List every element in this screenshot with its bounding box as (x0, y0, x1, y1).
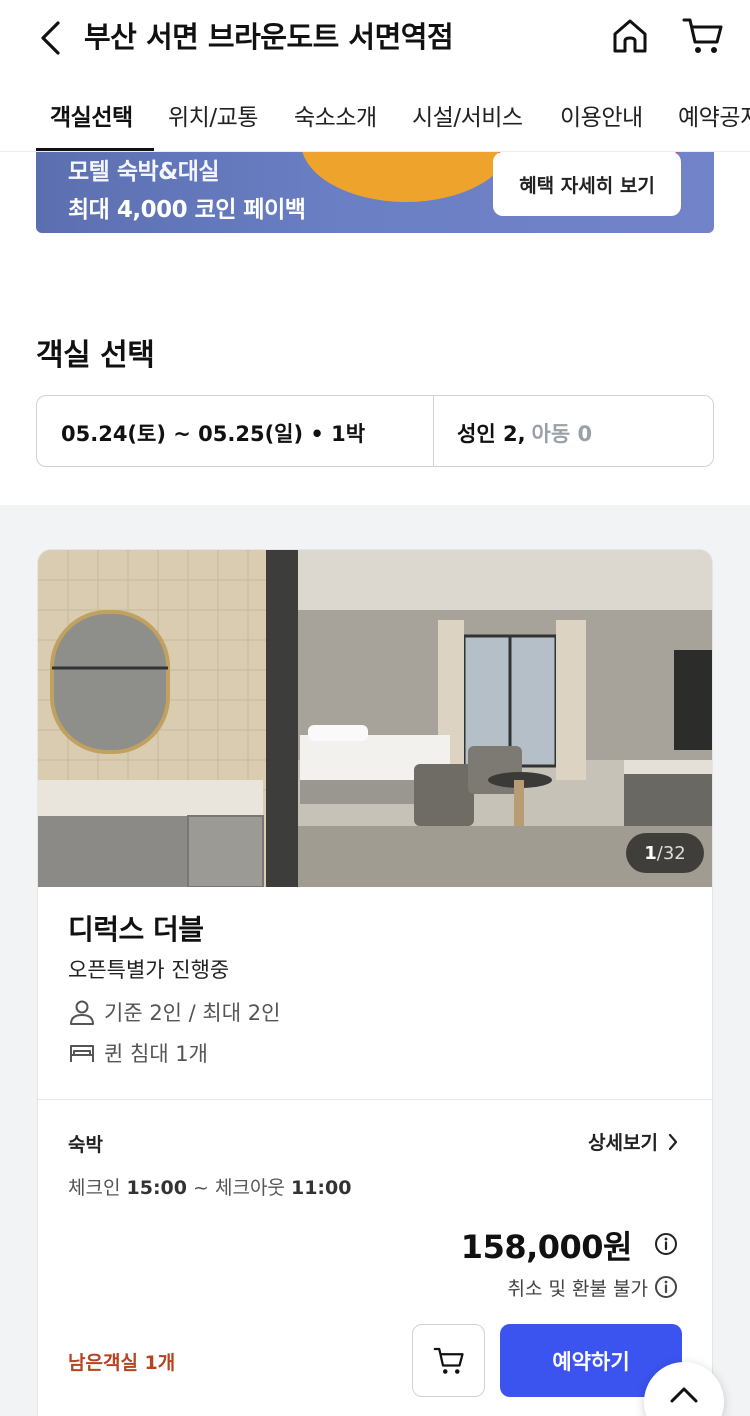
bed-row: 퀸 침대 1개 (68, 1038, 208, 1068)
room-promo: 오픈특별가 진행중 (68, 958, 230, 982)
cart-button[interactable] (680, 14, 726, 58)
capacity-text: 기준 2인 / 최대 2인 (104, 1001, 281, 1025)
capacity-row: 기준 2인 / 최대 2인 (68, 997, 280, 1027)
section-tab-bar: 객실선택 위치/교통 숙소소개 시설/서비스 이용안내 예약공지 (0, 80, 750, 152)
tab-guide[interactable]: 이용안내 (560, 98, 643, 132)
active-tab-indicator (36, 148, 154, 151)
tab-location[interactable]: 위치/교통 (168, 98, 258, 132)
date-range-picker[interactable]: 05.24(토) ~ 05.25(일) • 1박 (61, 418, 365, 448)
info-icon[interactable] (654, 1275, 678, 1299)
home-button[interactable] (608, 14, 652, 58)
home-icon (613, 19, 647, 53)
detail-link[interactable]: 상세보기 (588, 1128, 678, 1155)
room-photo-illustration (38, 550, 712, 887)
room-photo[interactable]: 1/32 (38, 550, 712, 887)
back-button[interactable] (30, 18, 70, 58)
stay-type-label: 숙박 (68, 1134, 103, 1156)
tab-about[interactable]: 숙소소개 (294, 98, 377, 132)
cart-icon (433, 1347, 464, 1374)
banner-coin-graphic (301, 152, 511, 202)
tab-notice[interactable]: 예약공지 (678, 98, 750, 132)
add-to-cart-button[interactable] (412, 1324, 485, 1397)
bed-text: 퀸 침대 1개 (104, 1042, 208, 1066)
banner-detail-button[interactable]: 혜택 자세히 보기 (493, 152, 681, 216)
banner-line2: 최대 4,000 코인 페이백 (68, 197, 306, 223)
selector-divider (433, 396, 434, 466)
checkin-checkout: 체크인 15:00 ~ 체크아웃 11:00 (68, 1177, 352, 1199)
detail-link-label: 상세보기 (588, 1132, 658, 1154)
section-title: 객실 선택 (36, 338, 155, 373)
cart-icon (682, 18, 723, 53)
date-guest-selector: 05.24(토) ~ 05.25(일) • 1박 성인 2, 아동 0 (36, 395, 714, 467)
guest-picker[interactable]: 성인 2, 아동 0 (457, 418, 592, 448)
person-icon (68, 998, 96, 1026)
bed-icon (68, 1039, 96, 1067)
room-price: 158,000원 (460, 1228, 633, 1266)
page-title: 부산 서면 브라운도트 서면역점 (84, 20, 454, 54)
info-icon[interactable] (654, 1232, 678, 1256)
top-app-bar: 부산 서면 브라운도트 서면역점 (0, 0, 750, 80)
chevron-right-icon (668, 1133, 678, 1150)
banner-line1: 모텔 숙박&대실 (68, 159, 220, 185)
refund-policy: 취소 및 환불 불가 (507, 1278, 648, 1300)
tab-facilities[interactable]: 시설/서비스 (412, 98, 523, 132)
room-name: 디럭스 더블 (68, 913, 204, 946)
chevron-up-icon (670, 1387, 698, 1403)
card-divider (38, 1099, 712, 1100)
tab-room-select[interactable]: 객실선택 (50, 98, 133, 132)
remaining-rooms: 남은객실 1개 (68, 1352, 176, 1374)
room-card: 1/32 디럭스 더블 오픈특별가 진행중 기준 2인 / 최대 2인 퀸 침대… (37, 549, 713, 1416)
photo-counter: 1/32 (626, 833, 704, 873)
child-count: 아동 0 (531, 422, 593, 446)
promo-banner[interactable]: 모텔 숙박&대실 최대 4,000 코인 페이백 혜택 자세히 보기 (36, 152, 714, 233)
adult-count: 성인 2, (457, 422, 526, 446)
back-arrow-icon (41, 21, 60, 55)
